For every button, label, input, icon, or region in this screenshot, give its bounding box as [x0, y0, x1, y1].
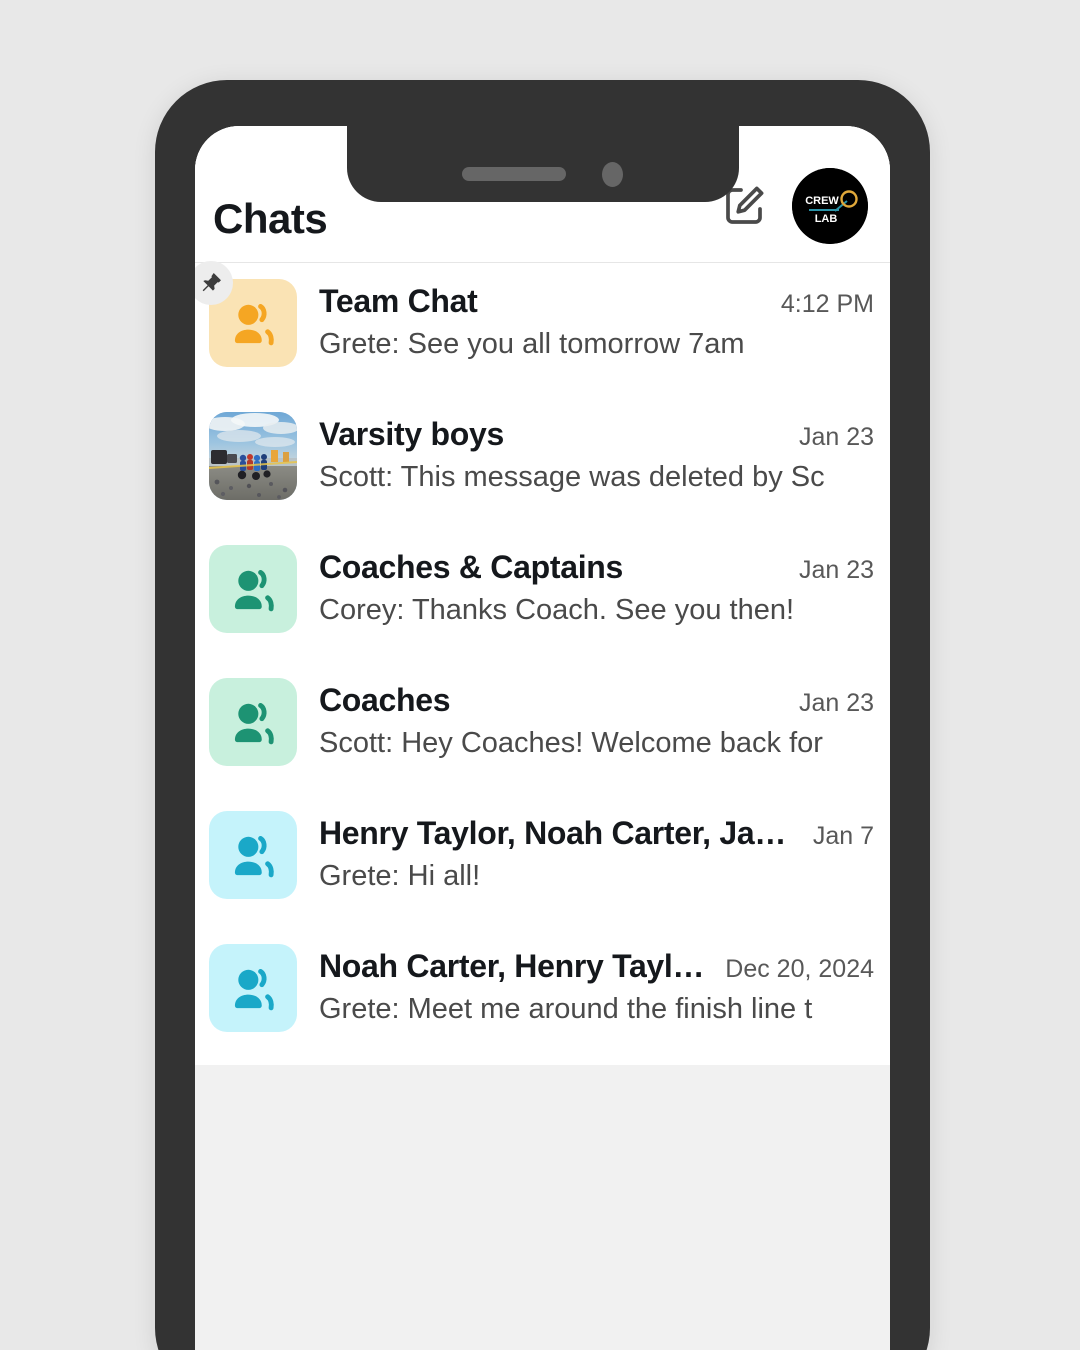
group-people-icon [234, 835, 274, 878]
chat-row-top: Varsity boys Jan 23 [319, 414, 874, 454]
chat-preview: Scott: This message was deleted by Sc [319, 461, 825, 493]
group-people-icon [234, 569, 274, 612]
chat-list-item[interactable]: Varsity boys Jan 23 Scott: This message … [195, 396, 890, 529]
chat-timestamp: Jan 23 [798, 689, 874, 717]
chat-preview: Grete: Meet me around the finish line t [319, 993, 813, 1025]
avatar-tile [209, 412, 297, 500]
chat-list-item[interactable]: Coaches Jan 23 Scott: Hey Coaches! Welco… [195, 662, 890, 795]
device-notch [346, 126, 739, 202]
avatar-tile [209, 944, 297, 1032]
chat-row-body: Varsity boys Jan 23 Scott: This message … [319, 412, 874, 497]
chat-list: Team Chat 4:12 PM Grete: See you all tom… [195, 261, 890, 1065]
avatar [209, 545, 297, 633]
user-avatar-button[interactable]: CREW LAB [792, 168, 868, 244]
chat-timestamp: 4:12 PM [780, 290, 874, 318]
avatar [209, 678, 297, 766]
chat-name: Noah Carter, Henry Taylo… [319, 948, 716, 984]
chat-name: Team Chat [319, 283, 478, 319]
chat-row-top: Coaches & Captains Jan 23 [319, 547, 874, 587]
chat-list-item[interactable]: Team Chat 4:12 PM Grete: See you all tom… [195, 261, 890, 396]
chat-row-body: Henry Taylor, Noah Carter, Jac… Jan 7 Gr… [319, 811, 874, 896]
chat-timestamp: Jan 7 [812, 822, 874, 850]
avatar [209, 811, 297, 899]
empty-list-area [195, 1065, 890, 1350]
chat-timestamp: Jan 23 [798, 556, 874, 584]
chat-name: Henry Taylor, Noah Carter, Jac… [319, 815, 803, 851]
avatar-tile [209, 811, 297, 899]
phone-device-frame: Chats CREW LAB Team Chat 4:12 PM Grete: … [155, 80, 930, 1350]
group-people-icon [234, 303, 274, 346]
avatar [209, 944, 297, 1032]
group-photo-thumbnail [209, 412, 297, 500]
chat-preview: Grete: Hi all! [319, 860, 481, 892]
logo-text-line1: CREW [805, 195, 839, 207]
avatar [195, 261, 297, 367]
group-people-icon [234, 968, 274, 1011]
earpiece-speaker-icon [462, 167, 566, 181]
chats-app: Chats CREW LAB Team Chat 4:12 PM Grete: … [195, 126, 890, 1350]
chat-list-item[interactable]: Henry Taylor, Noah Carter, Jac… Jan 7 Gr… [195, 795, 890, 928]
avatar [209, 412, 297, 500]
chat-row-body: Coaches Jan 23 Scott: Hey Coaches! Welco… [319, 678, 874, 763]
group-people-icon [234, 702, 274, 745]
chat-row-top: Noah Carter, Henry Taylo… Dec 20, 2024 [319, 946, 874, 986]
chat-name: Coaches [319, 682, 451, 718]
chat-preview: Scott: Hey Coaches! Welcome back for [319, 727, 823, 759]
avatar-tile [209, 545, 297, 633]
chat-preview: Corey: Thanks Coach. See you then! [319, 594, 795, 626]
chat-row-top: Team Chat 4:12 PM [319, 281, 874, 321]
chat-row-top: Coaches Jan 23 [319, 680, 874, 720]
chat-timestamp: Dec 20, 2024 [725, 955, 874, 983]
chat-name: Coaches & Captains [319, 549, 624, 585]
front-camera-icon [602, 161, 623, 187]
chat-list-item[interactable]: Coaches & Captains Jan 23 Corey: Thanks … [195, 529, 890, 662]
avatar-tile [209, 678, 297, 766]
logo-text-line2: LAB [815, 213, 838, 225]
chat-name: Varsity boys [319, 416, 504, 452]
page-title: Chats [213, 195, 328, 242]
chat-row-body: Coaches & Captains Jan 23 Corey: Thanks … [319, 545, 874, 630]
chat-list-item[interactable]: Noah Carter, Henry Taylo… Dec 20, 2024 G… [195, 928, 890, 1061]
crew-lab-logo-icon: CREW LAB [792, 168, 868, 244]
chat-row-body: Noah Carter, Henry Taylo… Dec 20, 2024 G… [319, 944, 874, 1029]
chat-row-top: Henry Taylor, Noah Carter, Jac… Jan 7 [319, 813, 874, 853]
header-actions: CREW LAB [718, 168, 868, 244]
pushpin-icon [202, 273, 221, 292]
phone-screen: Chats CREW LAB Team Chat 4:12 PM Grete: … [195, 126, 890, 1350]
chat-timestamp: Jan 23 [798, 423, 874, 451]
chat-row-body: Team Chat 4:12 PM Grete: See you all tom… [319, 279, 874, 364]
chat-preview: Grete: See you all tomorrow 7am [319, 328, 745, 360]
